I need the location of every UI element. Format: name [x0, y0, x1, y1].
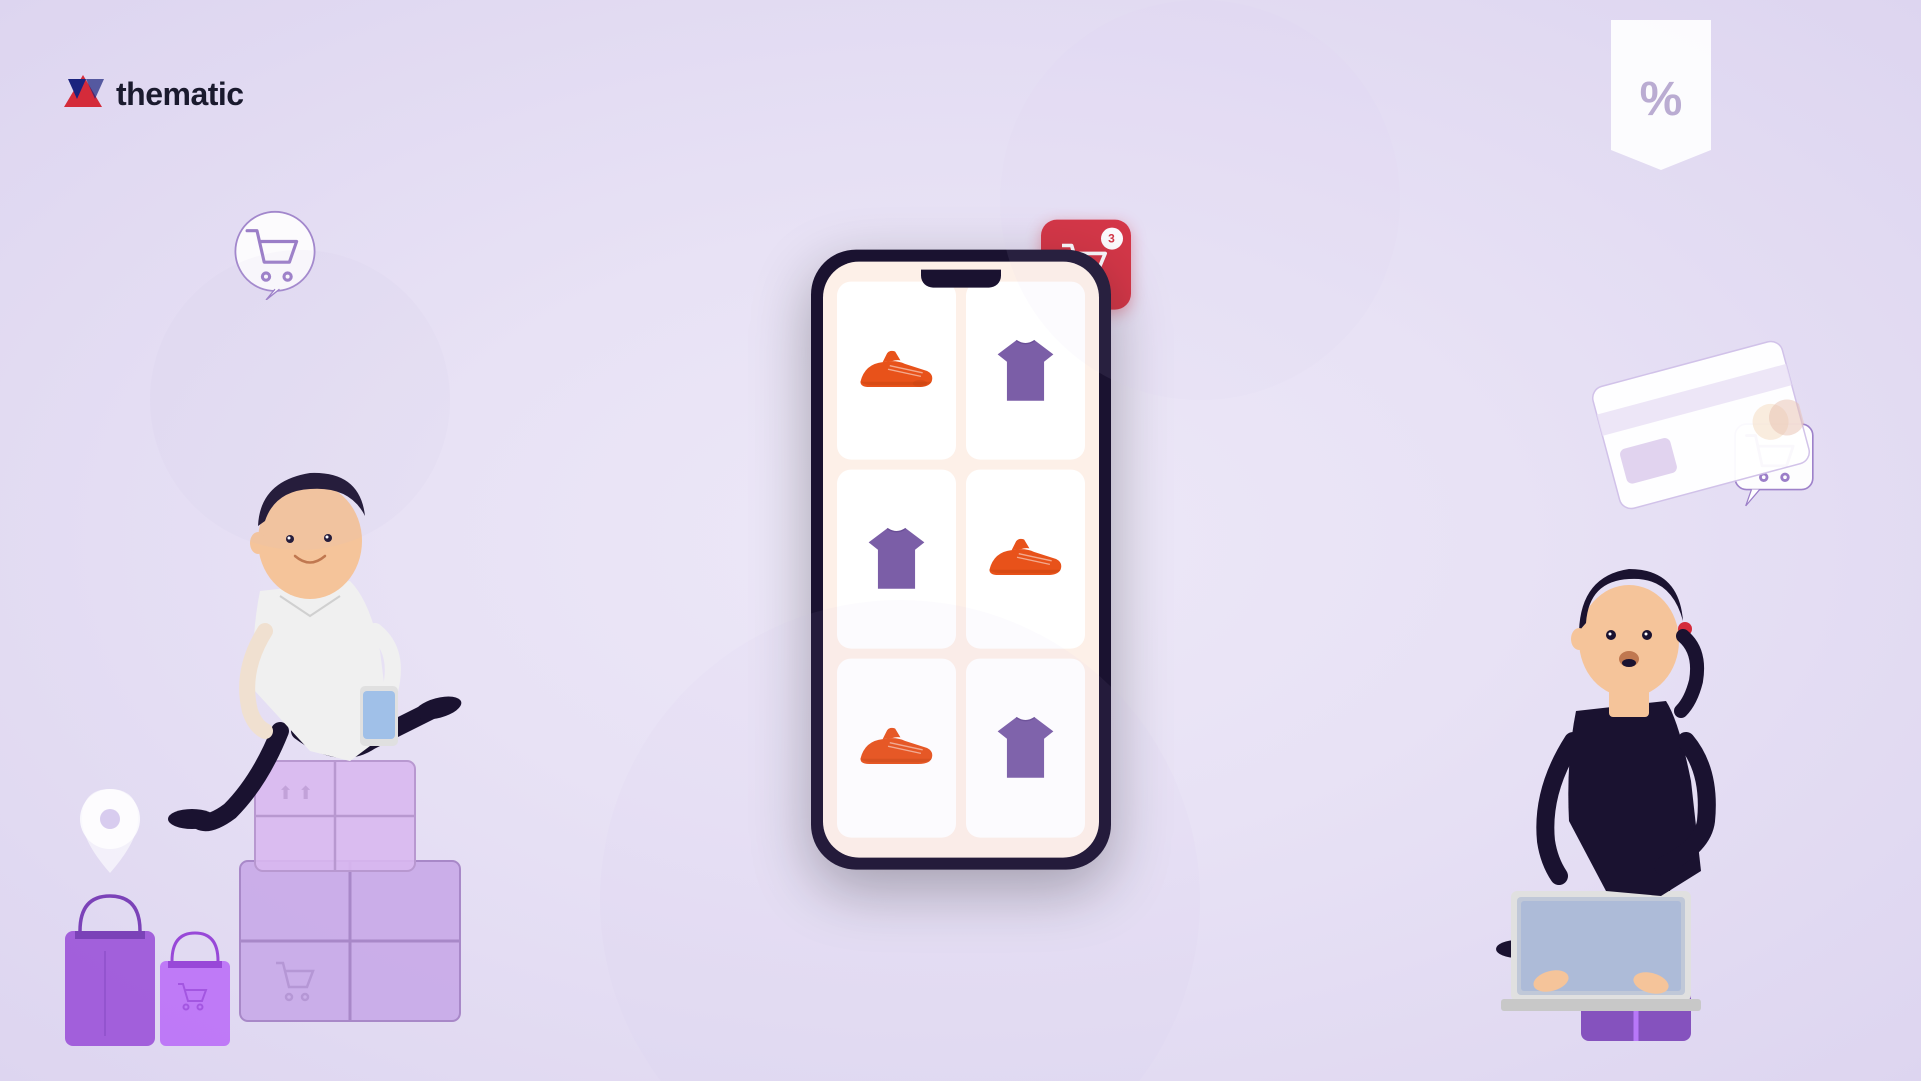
cart-bubble-left	[230, 210, 320, 300]
logo-text: thematic	[116, 76, 244, 113]
shoe-icon-1	[856, 345, 936, 395]
logo: thematic	[60, 71, 244, 117]
phone-screen	[823, 261, 1099, 857]
product-card-shirt-3[interactable]	[966, 658, 1085, 837]
svg-text:⬆ ⬆: ⬆ ⬆	[278, 783, 313, 803]
product-card-shoe-2[interactable]	[966, 470, 1085, 649]
phone-notch	[921, 269, 1001, 287]
shirt-icon-3	[993, 713, 1058, 783]
svg-text:%: %	[1640, 73, 1683, 126]
cart-badge: 3	[1101, 227, 1123, 249]
shirt-icon-1	[993, 335, 1058, 405]
product-card-shoe-3[interactable]	[837, 658, 956, 837]
shoe-icon-3	[856, 723, 936, 773]
product-card-shoe-1[interactable]	[837, 281, 956, 460]
phone-body	[811, 249, 1111, 869]
shopping-bags	[50, 861, 250, 1061]
thematic-logo-icon	[60, 71, 106, 117]
shoe-icon-2	[985, 534, 1065, 584]
phone-mockup: 3	[811, 249, 1111, 869]
discount-tag: %	[1601, 20, 1721, 170]
product-card-shirt-1[interactable]	[966, 281, 1085, 460]
product-card-shirt-2[interactable]	[837, 470, 956, 649]
shirt-icon-2	[864, 524, 929, 594]
